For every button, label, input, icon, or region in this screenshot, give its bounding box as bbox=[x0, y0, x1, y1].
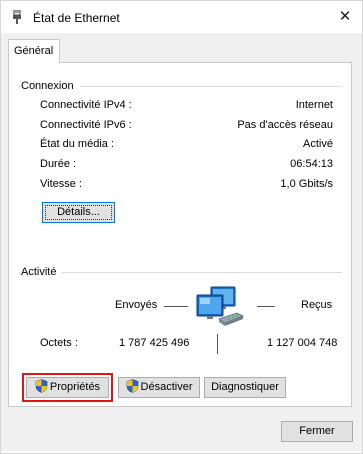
close-window-button[interactable]: ✕ bbox=[332, 5, 358, 29]
details-button[interactable]: Détails... bbox=[42, 202, 115, 223]
received-dash bbox=[257, 306, 275, 307]
sent-label: Envoyés bbox=[115, 299, 158, 311]
tab-control: Général Connexion Connectivité IPv4 : In… bbox=[1, 33, 362, 451]
ipv4-label: Connectivité IPv4 : bbox=[40, 99, 132, 111]
ipv6-value: Pas d'accès réseau bbox=[237, 119, 333, 131]
properties-button-label: Propriétés bbox=[49, 381, 101, 393]
details-button-label: Détails... bbox=[57, 206, 100, 218]
diagnose-button[interactable]: Diagnostiquer bbox=[204, 377, 286, 398]
sent-dash bbox=[164, 306, 188, 307]
media-state-value: Activé bbox=[303, 138, 333, 150]
duration-label: Durée : bbox=[40, 158, 77, 170]
properties-button[interactable]: Propriétés bbox=[26, 377, 109, 398]
received-label: Reçus bbox=[301, 299, 333, 311]
activite-group-label: Activité bbox=[21, 266, 63, 278]
bytes-sent-value: 1 787 425 496 bbox=[119, 337, 190, 349]
speed-value: 1,0 Gbits/s bbox=[280, 178, 333, 190]
duration-value: 06:54:13 bbox=[290, 158, 333, 170]
activite-group-line bbox=[19, 272, 342, 273]
ethernet-status-dialog: État de Ethernet ✕ Général Connexion Con… bbox=[0, 0, 363, 454]
ipv4-value: Internet bbox=[295, 99, 333, 111]
network-computers-icon bbox=[196, 286, 244, 326]
disable-button[interactable]: Désactiver bbox=[118, 377, 200, 398]
disable-button-label: Désactiver bbox=[140, 381, 193, 393]
speed-label: Vitesse : bbox=[40, 178, 82, 190]
uac-shield-icon bbox=[126, 379, 138, 393]
close-dialog-button-label: Fermer bbox=[299, 425, 335, 437]
close-dialog-button[interactable]: Fermer bbox=[281, 421, 353, 442]
ipv6-label: Connectivité IPv6 : bbox=[40, 119, 132, 131]
title-bar: État de Ethernet ✕ bbox=[1, 1, 362, 33]
bytes-label: Octets : bbox=[40, 337, 78, 349]
close-icon: ✕ bbox=[338, 8, 352, 25]
media-state-label: État du média : bbox=[40, 138, 114, 150]
bytes-received-value: 1 127 004 748 bbox=[267, 337, 338, 349]
window-title: État de Ethernet bbox=[33, 11, 120, 25]
bytes-separator bbox=[217, 334, 218, 354]
diagnose-button-label: Diagnostiquer bbox=[211, 381, 279, 393]
connexion-group-label: Connexion bbox=[21, 80, 80, 92]
general-tab-panel: Connexion Connectivité IPv4 : Internet C… bbox=[8, 62, 352, 407]
uac-shield-icon bbox=[35, 379, 48, 393]
ethernet-plug-icon bbox=[13, 10, 21, 24]
tab-general[interactable]: Général bbox=[8, 39, 60, 63]
